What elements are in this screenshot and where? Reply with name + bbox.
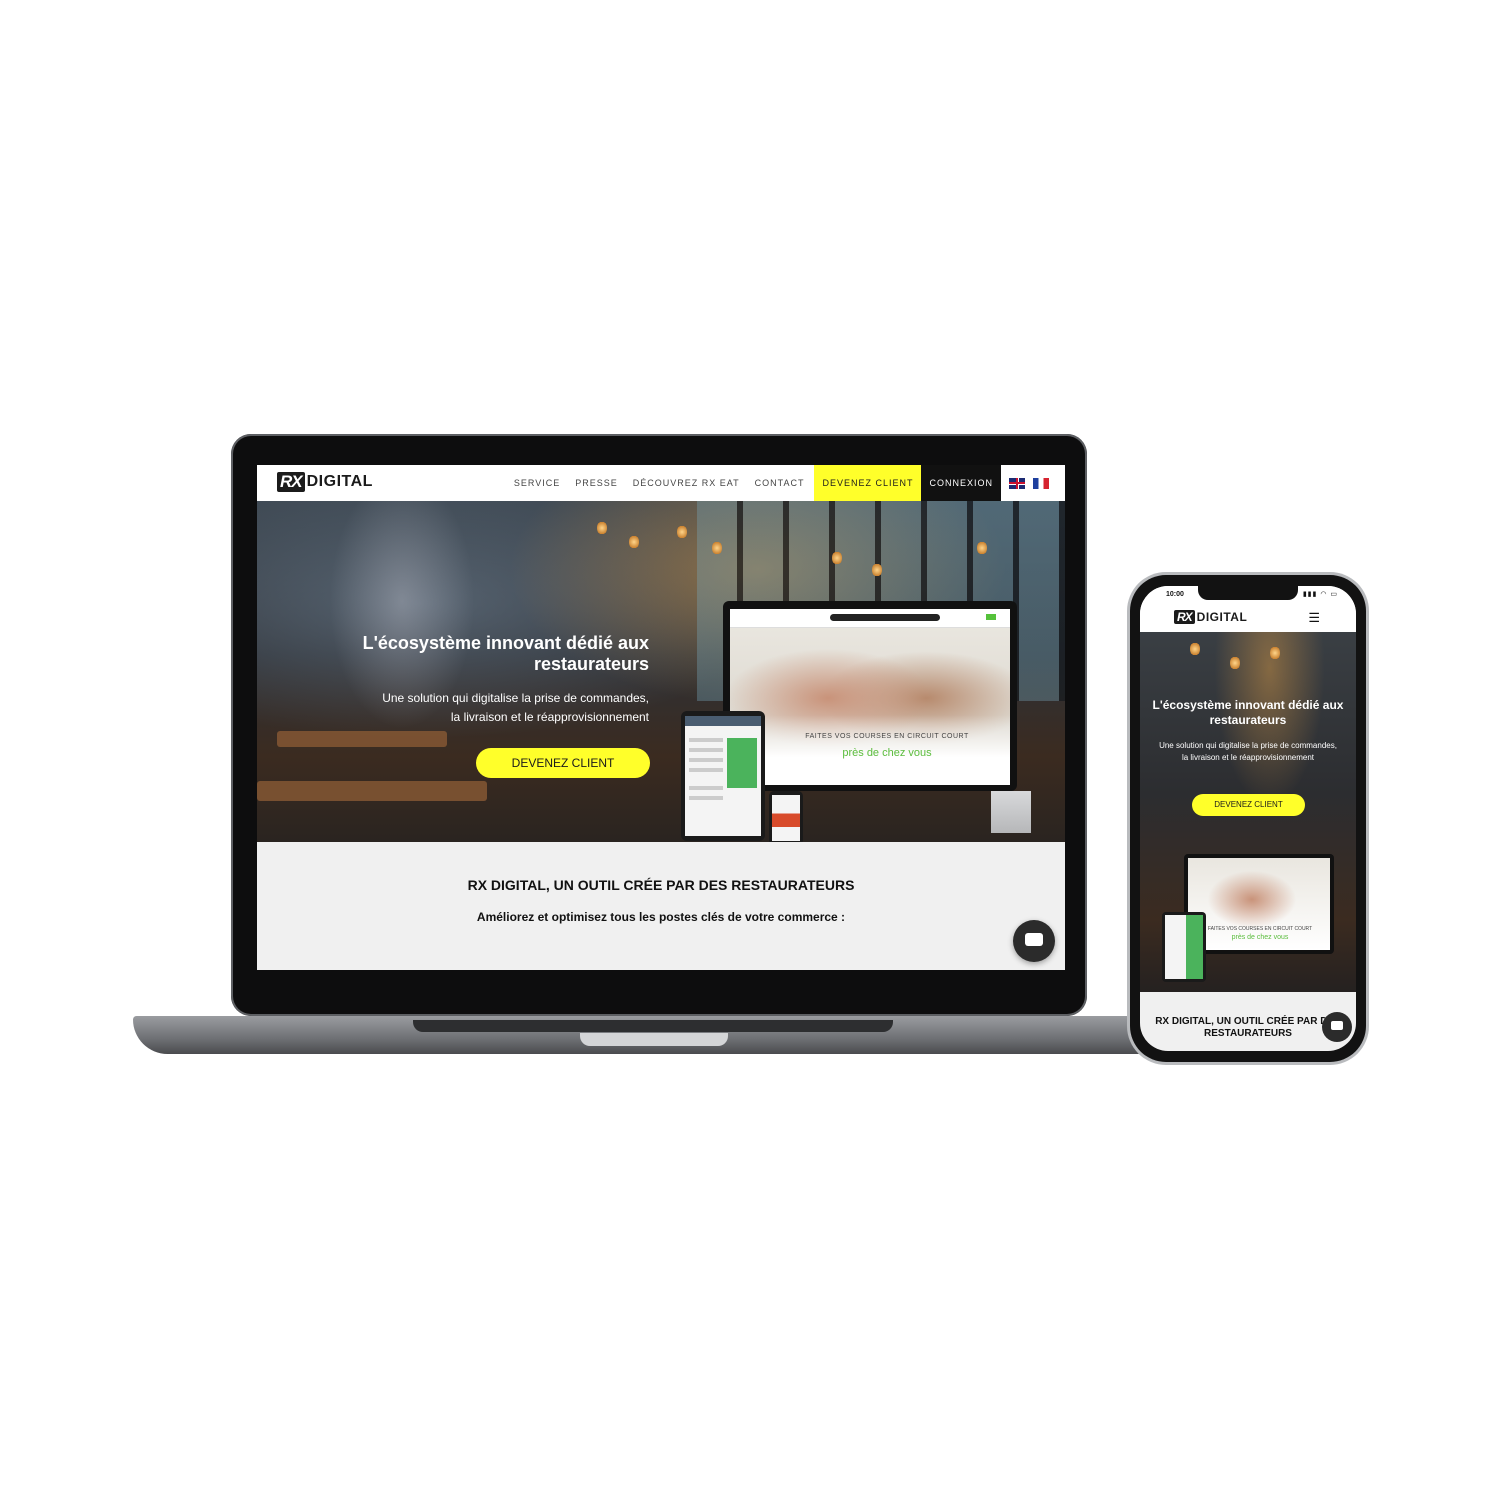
pendant-lamp-icon (1190, 642, 1200, 656)
hero-subtitle-line1: Une solution qui digitalise la prise de … (382, 691, 649, 705)
status-icons: ▮▮▮ ◠ ▭ (1302, 591, 1338, 598)
mockup-cart-icon (986, 614, 996, 620)
mockup-search-bar (830, 614, 940, 621)
hero-subtitle-line2: la livraison et le réapprovisionnement (450, 710, 649, 724)
hero-subtitle: Une solution qui digitalise la prise de … (287, 689, 649, 727)
mobile-hero-subtitle-line1: Une solution qui digitalise la prise de … (1159, 741, 1337, 750)
nav-item-service[interactable]: SERVICE (514, 478, 560, 488)
pendant-lamp-icon (597, 521, 607, 535)
phone-notch (1198, 586, 1298, 600)
hamburger-menu-icon[interactable]: ☰ (1308, 611, 1320, 624)
mobile-site-logo[interactable]: RX DIGITAL (1174, 610, 1247, 624)
pendant-lamp-icon (712, 541, 722, 555)
hero-title: L'écosystème innovant dédié aux restaura… (362, 633, 649, 674)
pendant-lamp-icon (677, 525, 687, 539)
tablet-mockup (681, 711, 765, 841)
section-title: RX DIGITAL, UN OUTIL CRÉE PAR DES RESTAU… (467, 877, 855, 893)
mockup-promo-line2: près de chez vous (842, 747, 932, 759)
mobile-hero-subtitle: Une solution qui digitalise la prise de … (1150, 740, 1346, 764)
pendant-lamp-icon (1270, 646, 1280, 660)
mobile-mockup-promo-line2: près de chez vous (1231, 934, 1289, 941)
mobile-header: RX DIGITAL ☰ (1140, 604, 1356, 633)
mockup-promo-line1: FAITES VOS COURSES EN CIRCUIT COURT (805, 733, 969, 740)
logo-wordmark: DIGITAL (1196, 610, 1248, 624)
main-nav: SERVICE PRESSE DÉCOUVREZ RX EAT CONTACT … (514, 465, 1065, 501)
pendant-lamp-icon (629, 535, 639, 549)
status-time: 10:00 (1166, 591, 1184, 598)
laptop-screen: RX DIGITAL SERVICE PRESSE DÉCOUVREZ RX E… (257, 465, 1065, 970)
laptop-hinge (413, 1020, 893, 1032)
hero-background-table (277, 731, 447, 747)
mobile-tablet-mockup (1162, 912, 1206, 982)
monitor-mockup (723, 601, 1017, 791)
logo-wordmark: DIGITAL (306, 473, 373, 490)
mobile-hero-subtitle-line2: la livraison et le réapprovisionnement (1181, 753, 1315, 762)
nav-item-presse[interactable]: PRESSE (575, 478, 618, 488)
pendant-lamp-icon (872, 563, 882, 577)
laptop-trackpad-notch (580, 1033, 728, 1046)
nav-devenez-client-button[interactable]: DEVENEZ CLIENT (814, 465, 922, 501)
phone-mockup (769, 791, 803, 842)
mobile-devenez-client-button[interactable]: DEVENEZ CLIENT (1192, 794, 1305, 816)
mobile-hero-section: L'écosystème innovant dédié aux restaura… (1140, 632, 1356, 992)
mobile-chat-bubble-icon[interactable] (1322, 1012, 1352, 1042)
chat-bubble-icon[interactable] (1013, 920, 1055, 962)
mockup-header (730, 609, 1010, 628)
hero-section: FAITES VOS COURSES EN CIRCUIT COURT près… (257, 501, 1065, 842)
fr-flag-icon[interactable] (1033, 477, 1049, 489)
pendant-lamp-icon (832, 551, 842, 565)
site-header: RX DIGITAL SERVICE PRESSE DÉCOUVREZ RX E… (257, 465, 1065, 501)
language-switcher (1001, 477, 1065, 489)
hero-devenez-client-button[interactable]: DEVENEZ CLIENT (476, 748, 650, 778)
logo-mark: RX (1174, 610, 1195, 624)
hero-background-table (257, 781, 487, 801)
nav-item-contact[interactable]: CONTACT (755, 478, 805, 488)
logo-mark: RX (277, 472, 305, 492)
site-logo[interactable]: RX DIGITAL (277, 472, 373, 492)
section-subtitle: Améliorez et optimisez tous les postes c… (476, 910, 846, 924)
pendant-lamp-icon (977, 541, 987, 555)
pendant-lamp-icon (1230, 656, 1240, 670)
mobile-mockup-promo-line1: FAITES VOS COURSES EN CIRCUIT COURT (1207, 926, 1313, 932)
nav-item-decouvrez-rx-eat[interactable]: DÉCOUVREZ RX EAT (633, 478, 740, 488)
uk-flag-icon[interactable] (1009, 477, 1025, 489)
monitor-stand (991, 791, 1031, 833)
mobile-hero-title: L'écosystème innovant dédié aux restaura… (1152, 698, 1344, 727)
phone-screen: 10:00 ▮▮▮ ◠ ▭ RX DIGITAL ☰ L'écosystème … (1140, 586, 1356, 1051)
nav-connexion-button[interactable]: CONNEXION (921, 465, 1001, 501)
